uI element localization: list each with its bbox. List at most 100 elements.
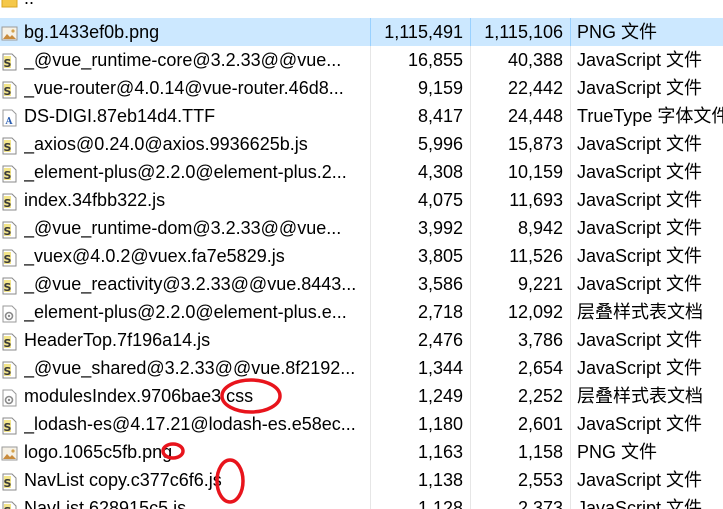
file-type: JavaScript 文件: [577, 78, 703, 98]
column-divider: [570, 298, 571, 326]
column-divider: [470, 102, 471, 130]
file-size: 2,553: [517, 470, 563, 490]
svg-text:S: S: [4, 225, 12, 238]
file-row[interactable]: S _axios@0.24.0@axios.9936625b.js 5,996 15,…: [0, 130, 723, 158]
file-compressed-size: 5,996: [417, 134, 463, 154]
file-name: _@vue_shared@3.2.33@@vue.8f2192...: [24, 358, 356, 378]
file-row[interactable]: S _@vue_runtime-core@3.2.33@@vue... 16,855…: [0, 46, 723, 74]
font-file-icon: A: [1, 107, 18, 127]
column-divider: [370, 270, 371, 298]
column-divider: [470, 158, 471, 186]
column-divider: [470, 326, 471, 354]
column-divider: [470, 354, 471, 382]
file-row[interactable]: S _vue-router@4.0.14@vue-router.46d8... 9,…: [0, 74, 723, 102]
column-divider: [370, 438, 371, 466]
file-size: 40,388: [507, 50, 563, 70]
file-row[interactable]: Sindex.34fbb322.js 4,075 11,693 JavaScript …: [0, 186, 723, 214]
file-type: JavaScript 文件: [577, 246, 703, 266]
column-divider: [570, 438, 571, 466]
file-row[interactable]: logo.1065c5fb.png 1,163 1,158 PNG 文件: [0, 438, 723, 466]
column-divider: [470, 270, 471, 298]
svg-text:S: S: [4, 337, 12, 350]
svg-text:S: S: [4, 141, 12, 154]
column-divider: [370, 466, 371, 494]
file-row[interactable]: S _lodash-es@4.17.21@lodash-es.e58ec... 1,…: [0, 410, 723, 438]
file-size: 24,448: [507, 106, 563, 126]
column-divider: [570, 46, 571, 74]
file-type: JavaScript 文件: [577, 134, 703, 154]
svg-text:S: S: [4, 421, 12, 434]
js-file-icon: S: [1, 415, 18, 435]
file-row[interactable]: bg.1433ef0b.png 1,115,491 1,115,106 PNG 文件: [0, 18, 723, 46]
column-divider: [470, 466, 471, 494]
file-size: 2,654: [517, 358, 563, 378]
column-divider: [370, 354, 371, 382]
file-row[interactable]: S _element-plus@2.2.0@element-plus.2... 4,…: [0, 158, 723, 186]
column-divider: [470, 186, 471, 214]
column-divider: [370, 326, 371, 354]
file-row[interactable]: S _@vue_runtime-dom@3.2.33@@vue... 3,992 8,…: [0, 214, 723, 242]
file-type: TrueType 字体文件: [577, 106, 723, 126]
file-row[interactable]: S HeaderTop.7f196a14.js 2,476 3,786 JavaScri…: [0, 326, 723, 354]
file-row[interactable]: S NavList copy.c377c6f6.js 1,138 2,553 JavaS…: [0, 466, 723, 494]
js-file-icon: S: [1, 51, 18, 71]
column-divider: [370, 186, 371, 214]
file-row[interactable]: S NavList.628915c5.js 1,128 2,373 JavaScript…: [0, 494, 723, 509]
file-type: JavaScript 文件: [577, 498, 703, 509]
column-divider: [370, 102, 371, 130]
file-compressed-size: 3,586: [417, 274, 463, 294]
column-divider: [370, 494, 371, 509]
column-divider: [470, 18, 471, 46]
file-size: 12,092: [507, 302, 563, 322]
file-size: 22,442: [507, 78, 563, 98]
file-compressed-size: 3,805: [417, 246, 463, 266]
png-file-icon: [1, 443, 18, 461]
file-size: 2,601: [517, 414, 563, 434]
column-divider: [470, 298, 471, 326]
file-compressed-size: 3,992: [417, 218, 463, 238]
file-name: modulesIndex.9706bae3.css: [24, 386, 254, 406]
file-row[interactable]: S _vuex@4.0.2@vuex.fa7e5829.js 3,805 11,526…: [0, 242, 723, 270]
column-divider: [470, 46, 471, 74]
file-compressed-size: 2,476: [417, 330, 463, 350]
file-name: _element-plus@2.2.0@element-plus.2...: [24, 162, 347, 182]
file-compressed-size: 2,718: [417, 302, 463, 322]
file-row[interactable]: S _@vue_shared@3.2.33@@vue.8f2192... 1,344…: [0, 354, 723, 382]
file-row[interactable]: modulesIndex.9706bae3.css 1,249 2,252 层叠样式表…: [0, 382, 723, 410]
column-divider: [370, 382, 371, 410]
file-size: 11,693: [509, 190, 563, 210]
png-file-icon: [1, 23, 18, 41]
column-divider: [370, 46, 371, 74]
column-divider: [370, 298, 371, 326]
svg-text:S: S: [4, 169, 12, 182]
svg-text:S: S: [4, 477, 12, 490]
file-size: 2,373: [517, 498, 563, 509]
column-divider: [470, 494, 471, 509]
column-divider: [570, 186, 571, 214]
file-name: _@vue_reactivity@3.2.33@@vue.8443...: [24, 274, 357, 294]
file-compressed-size: 1,115,491: [384, 22, 463, 42]
file-row[interactable]: A DS-DIGI.87eb14d4.TTF 8,417 24,448 TrueType…: [0, 102, 723, 130]
column-divider: [370, 74, 371, 102]
column-divider: [470, 130, 471, 158]
column-divider: [370, 214, 371, 242]
file-size: 1,158: [517, 442, 563, 462]
svg-text:S: S: [4, 85, 12, 98]
file-row[interactable]: _element-plus@2.2.0@element-plus.e... 2,7…: [0, 298, 723, 326]
file-type: 层叠样式表文档: [577, 386, 703, 406]
column-divider: [570, 354, 571, 382]
file-size: 11,526: [509, 246, 563, 266]
file-compressed-size: 16,855: [407, 50, 463, 70]
file-size: 3,786: [517, 330, 563, 350]
column-divider: [470, 382, 471, 410]
svg-text:S: S: [4, 57, 12, 70]
css-file-icon: [1, 387, 18, 407]
js-file-icon: S: [1, 247, 18, 267]
column-divider: [570, 214, 571, 242]
parent-folder-row[interactable]: ..: [0, 0, 723, 12]
column-divider: [370, 130, 371, 158]
file-row[interactable]: S _@vue_reactivity@3.2.33@@vue.8443... 3,5…: [0, 270, 723, 298]
file-type: PNG 文件: [577, 442, 658, 462]
js-file-icon: S: [1, 359, 18, 379]
file-compressed-size: 1,138: [417, 470, 463, 490]
